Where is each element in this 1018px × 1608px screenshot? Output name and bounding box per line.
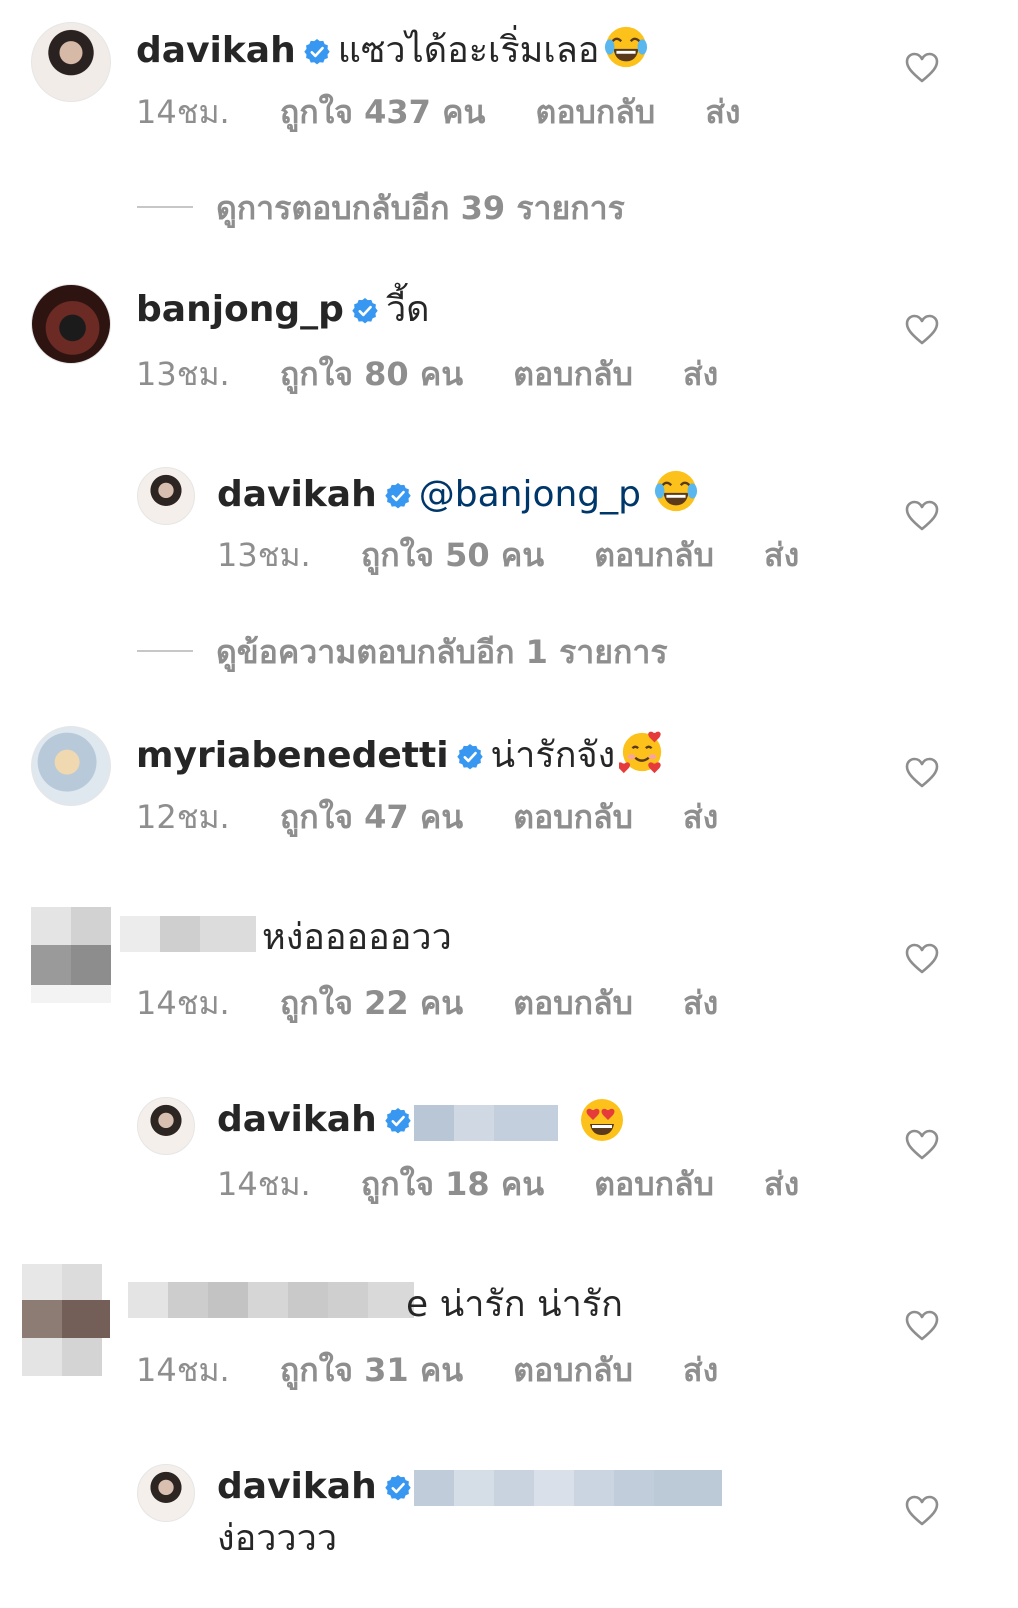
like-count[interactable]: ถูกใจ 47 คน	[280, 798, 463, 836]
heart-icon[interactable]	[905, 500, 939, 532]
smiling-face-with-hearts-icon	[619, 729, 665, 775]
verified-badge-icon	[304, 39, 330, 65]
avatar-blurred[interactable]	[22, 1264, 110, 1376]
comment-line: myriabenedetti น่ารักจัง	[136, 729, 665, 779]
timestamp: 14ชม.	[136, 984, 230, 1022]
comment-line: หง่อออออวว	[262, 915, 452, 961]
comment-line: davikah @banjong_p	[217, 468, 699, 518]
comment-line: davikah	[217, 1097, 419, 1143]
username-blurred[interactable]	[128, 1282, 414, 1318]
avatar[interactable]	[137, 1464, 195, 1522]
avatar[interactable]	[31, 284, 111, 364]
username[interactable]: davikah	[217, 1099, 377, 1140]
like-count[interactable]: ถูกใจ 437 คน	[280, 93, 485, 131]
reply-button[interactable]: ตอบกลับ	[513, 355, 633, 393]
comment-line: e น่ารัก น่ารัก	[406, 1282, 623, 1328]
avatar-blurred[interactable]	[31, 907, 111, 1003]
heart-icon[interactable]	[905, 1129, 939, 1161]
verified-badge-icon	[385, 1108, 411, 1134]
heart-icon[interactable]	[905, 314, 939, 346]
reply-button[interactable]: ตอบกลับ	[594, 1165, 714, 1203]
view-replies-button[interactable]: ดูการตอบกลับอีก 39 รายการ	[216, 188, 625, 228]
comment-line-continued: ง่อวววว	[217, 1516, 337, 1562]
mention-link[interactable]: @banjong_p	[419, 474, 641, 515]
comment-text: น่ารักจัง	[490, 735, 616, 776]
reply-button[interactable]: ตอบกลับ	[594, 536, 714, 574]
username[interactable]: davikah	[217, 1466, 377, 1507]
like-count[interactable]: ถูกใจ 50 คน	[361, 536, 544, 574]
reply-button[interactable]: ตอบกลับ	[536, 93, 656, 131]
comment-text: แซวได้อะเริ่มเลอ	[337, 30, 600, 71]
face-with-tears-of-joy-icon	[653, 468, 699, 514]
comment-text: วี้ด	[385, 289, 430, 330]
reply-button[interactable]: ตอบกลับ	[513, 798, 633, 836]
heart-icon[interactable]	[905, 943, 939, 975]
comment-meta: 13ชม. ถูกใจ 50 คน ตอบกลับ ส่ง	[217, 535, 839, 575]
send-button[interactable]: ส่ง	[683, 798, 718, 836]
avatar[interactable]	[137, 467, 195, 525]
mention-blurred[interactable]	[414, 1470, 722, 1506]
avatar[interactable]	[31, 726, 111, 806]
avatar[interactable]	[31, 22, 111, 102]
timestamp: 13ชม.	[136, 355, 230, 393]
username[interactable]: banjong_p	[136, 289, 344, 330]
comment-meta: 12ชม. ถูกใจ 47 คน ตอบกลับ ส่ง	[136, 797, 758, 837]
like-count[interactable]: ถูกใจ 18 คน	[361, 1165, 544, 1203]
timestamp: 14ชม.	[136, 1351, 230, 1389]
comment-text: ง่อวววว	[217, 1518, 338, 1559]
comment-meta: 14ชม. ถูกใจ 437 คน ตอบกลับ ส่ง	[136, 92, 780, 132]
comment-text: หง่อออออวว	[262, 917, 452, 958]
mention-blurred[interactable]	[414, 1105, 558, 1141]
timestamp: 13ชม.	[217, 536, 311, 574]
username[interactable]: davikah	[217, 474, 377, 515]
send-button[interactable]: ส่ง	[764, 536, 799, 574]
heart-icon[interactable]	[905, 1310, 939, 1342]
username-blurred[interactable]	[120, 916, 256, 952]
send-button[interactable]: ส่ง	[683, 1351, 718, 1389]
timestamp: 14ชม.	[136, 93, 230, 131]
send-button[interactable]: ส่ง	[683, 984, 718, 1022]
verified-badge-icon	[385, 483, 411, 509]
reply-button[interactable]: ตอบกลับ	[513, 1351, 633, 1389]
face-with-tears-of-joy-icon	[603, 24, 649, 70]
like-count[interactable]: ถูกใจ 22 คน	[280, 984, 463, 1022]
like-count[interactable]: ถูกใจ 80 คน	[280, 355, 463, 393]
username[interactable]: davikah	[136, 30, 296, 71]
heart-icon[interactable]	[905, 1495, 939, 1527]
timestamp: 12ชม.	[136, 798, 230, 836]
verified-badge-icon	[457, 744, 483, 770]
heart-icon[interactable]	[905, 757, 939, 789]
divider-line	[137, 206, 193, 208]
reply-button[interactable]: ตอบกลับ	[513, 984, 633, 1022]
like-count[interactable]: ถูกใจ 31 คน	[280, 1351, 463, 1389]
view-replies-button[interactable]: ดูข้อความตอบกลับอีก 1 รายการ	[216, 632, 668, 672]
comment-meta: 14ชม. ถูกใจ 18 คน ตอบกลับ ส่ง	[217, 1164, 839, 1204]
comment-meta: 14ชม. ถูกใจ 31 คน ตอบกลับ ส่ง	[136, 1350, 758, 1390]
verified-badge-icon	[385, 1475, 411, 1501]
comment-text: e น่ารัก น่ารัก	[406, 1284, 623, 1325]
send-button[interactable]: ส่ง	[764, 1165, 799, 1203]
comment-line: banjong_p วี้ด	[136, 287, 430, 333]
comment-line: davikah แซวได้อะเริ่มเลอ	[136, 24, 649, 74]
comment-meta: 14ชม. ถูกใจ 22 คน ตอบกลับ ส่ง	[136, 983, 758, 1023]
verified-badge-icon	[352, 298, 378, 324]
heart-icon[interactable]	[905, 52, 939, 84]
username[interactable]: myriabenedetti	[136, 735, 449, 776]
avatar[interactable]	[137, 1097, 195, 1155]
send-button[interactable]: ส่ง	[705, 93, 740, 131]
comment-line: davikah	[217, 1464, 419, 1510]
timestamp: 14ชม.	[217, 1165, 311, 1203]
send-button[interactable]: ส่ง	[683, 355, 718, 393]
heart-eyes-icon	[578, 1096, 626, 1144]
comment-meta: 13ชม. ถูกใจ 80 คน ตอบกลับ ส่ง	[136, 354, 758, 394]
divider-line	[137, 650, 193, 652]
